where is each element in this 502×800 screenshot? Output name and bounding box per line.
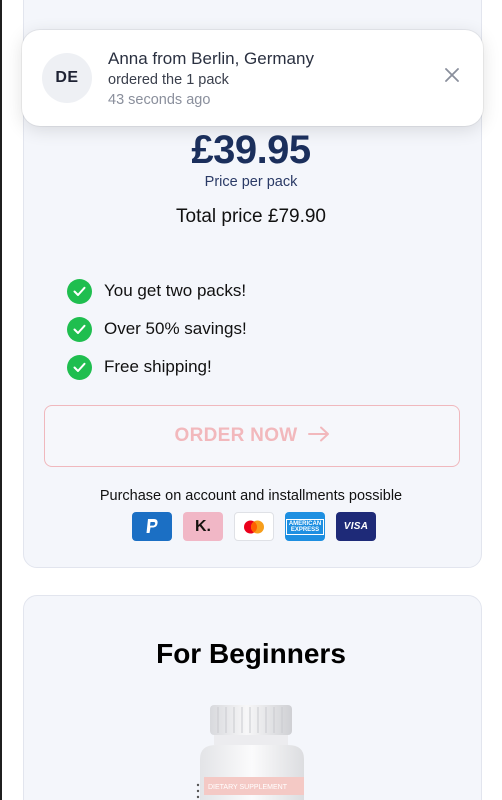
klarna-icon: K.	[183, 512, 223, 541]
feature-item: Free shipping!	[67, 348, 247, 386]
notification-time: 43 seconds ago	[108, 92, 211, 108]
installments-note: Purchase on account and installments pos…	[99, 488, 403, 504]
checkmark-icon	[67, 354, 92, 380]
mastercard-icon	[234, 512, 274, 541]
paypal-icon	[132, 512, 172, 541]
page-left-border	[0, 0, 2, 800]
arrow-right-icon	[307, 426, 330, 447]
feature-item: You get two packs!	[67, 272, 247, 310]
feature-item: Over 50% savings!	[67, 310, 247, 348]
close-icon[interactable]	[443, 66, 461, 84]
country-badge: DE	[42, 53, 92, 103]
checkmark-icon	[67, 278, 92, 304]
payment-methods: K. AMERICAN EXPRESS VISA	[132, 512, 376, 541]
order-now-button[interactable]: ORDER NOW	[44, 405, 460, 467]
notification-subtitle: ordered the 1 pack	[108, 72, 229, 88]
visa-icon: VISA	[336, 512, 376, 541]
purchase-notification: DE Anna from Berlin, Germany ordered the…	[22, 30, 483, 126]
klarna-label: K.	[195, 517, 211, 535]
section-title: For Beginners	[156, 638, 346, 669]
american-express-icon: AMERICAN EXPRESS	[285, 512, 325, 541]
product-bottle-image: DIETARY SUPPLEMENT	[196, 705, 308, 800]
visa-label: VISA	[343, 521, 369, 532]
checkmark-icon	[67, 316, 92, 342]
notification-title: Anna from Berlin, Germany	[108, 49, 314, 68]
amex-label-line2: EXPRESS	[290, 526, 320, 533]
feature-label: You get two packs!	[104, 281, 247, 300]
feature-label: Free shipping!	[104, 357, 212, 376]
feature-list: You get two packs! Over 50% savings! Fre…	[67, 272, 247, 386]
price-per-pack: £39.95	[191, 128, 311, 172]
order-button-label: ORDER NOW	[174, 425, 298, 446]
feature-label: Over 50% savings!	[104, 319, 247, 338]
total-price: Total price £79.90	[176, 206, 326, 227]
product-label: DIETARY SUPPLEMENT	[208, 784, 288, 791]
price-label: Price per pack	[204, 174, 298, 190]
